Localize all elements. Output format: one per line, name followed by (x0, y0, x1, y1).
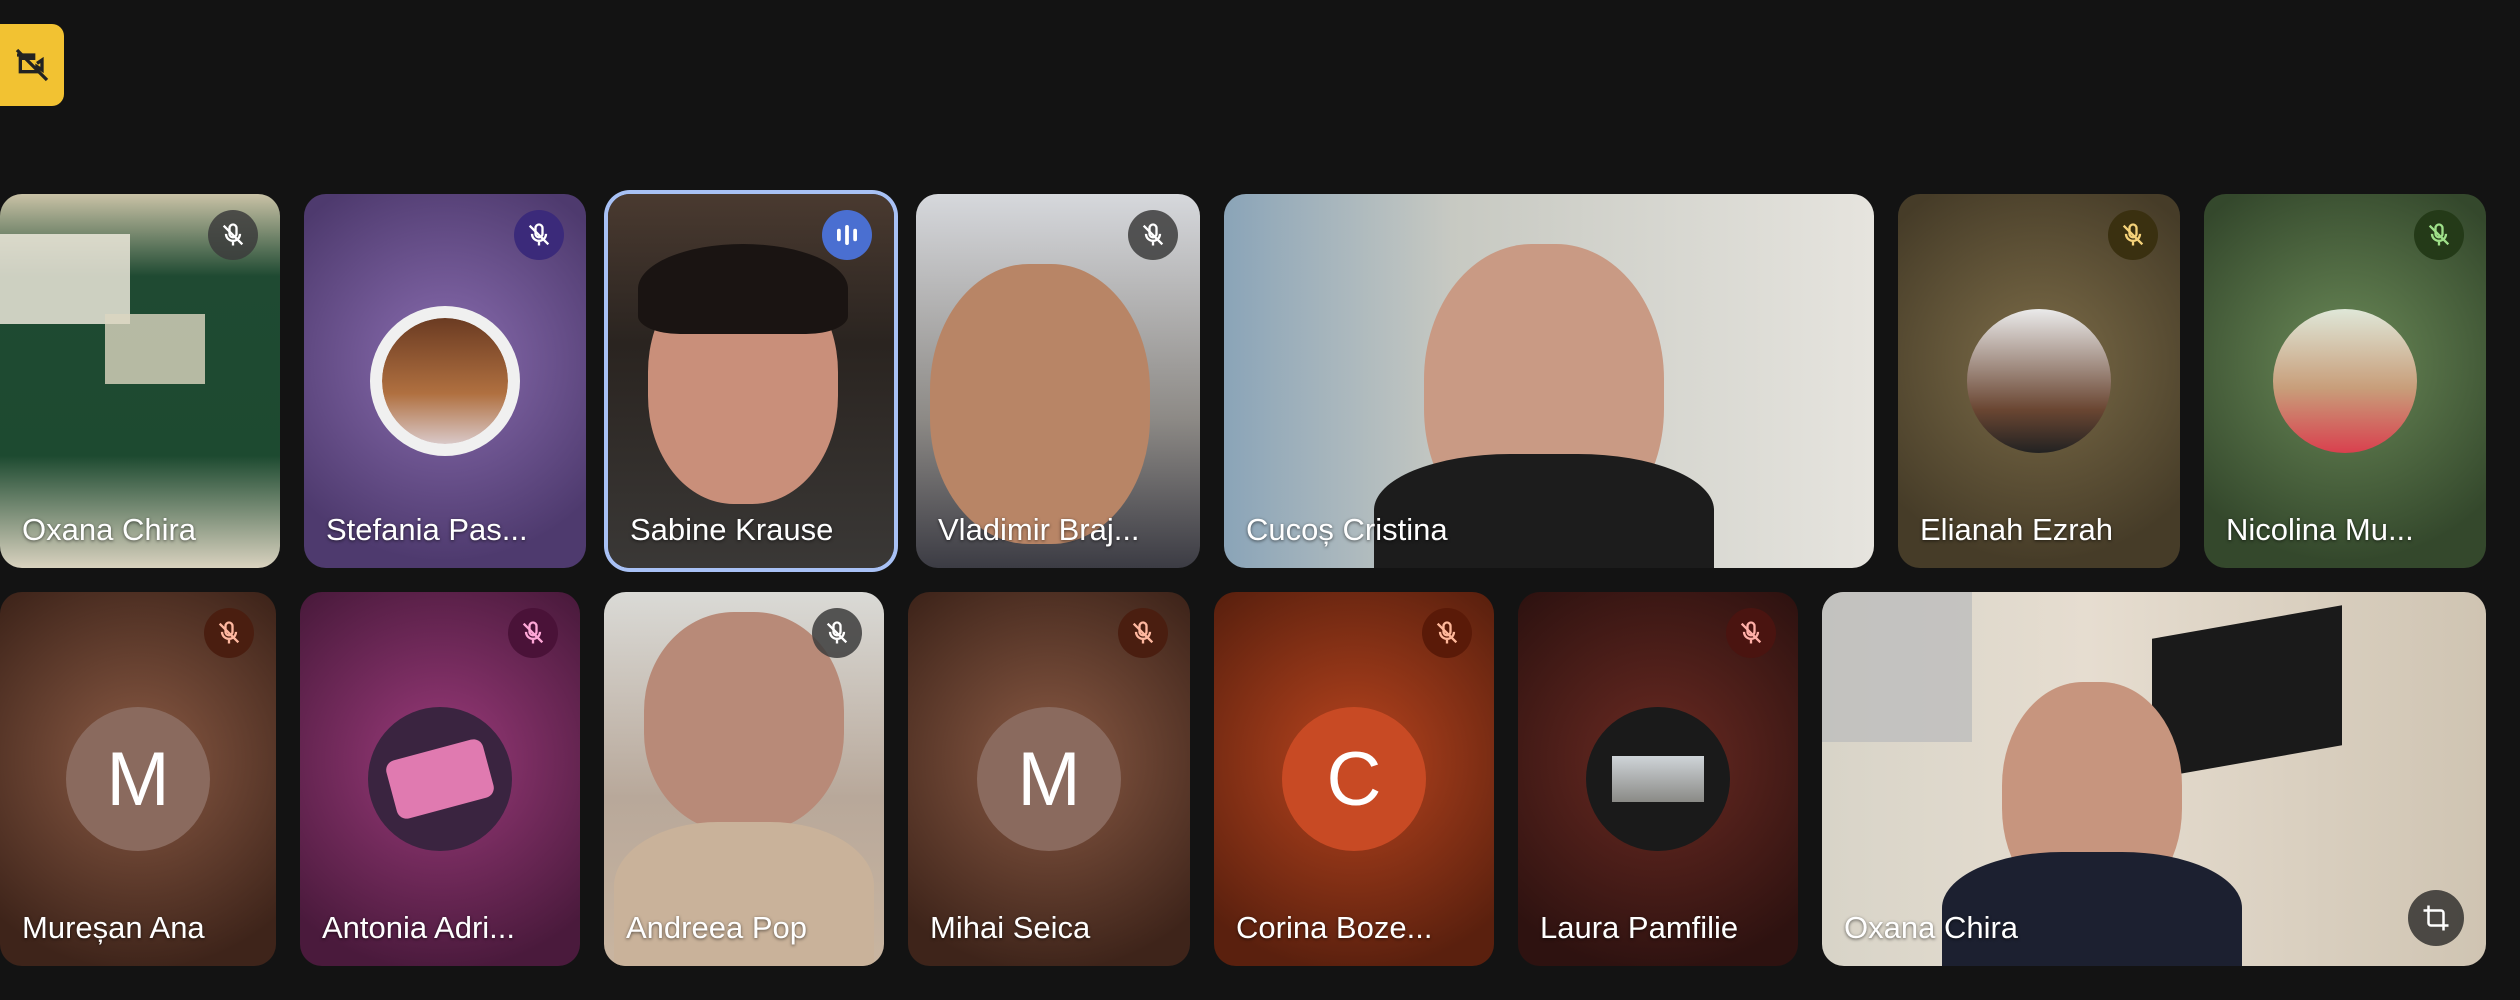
participant-name: Mureșan Ana (22, 910, 205, 945)
participant-name: Vladimir Braj... (938, 512, 1140, 547)
mic-off-icon (2414, 210, 2464, 260)
participant-name: Laura Pamfilie (1540, 910, 1739, 945)
hide-self-view-button[interactable] (0, 24, 64, 106)
participant-name: Oxana Chira (1844, 910, 2019, 945)
mic-off-icon (812, 608, 862, 658)
hide-self-view-icon (12, 45, 52, 85)
participant-tile[interactable]: Nicolina Mu... (2204, 194, 2486, 568)
mic-off-icon (204, 608, 254, 658)
participant-tile[interactable]: Elianah Ezrah (1898, 194, 2180, 568)
participant-tile[interactable]: M Mureșan Ana (0, 592, 276, 966)
mic-off-icon (1726, 608, 1776, 658)
participant-tile[interactable]: Stefania Pas... (304, 194, 586, 568)
avatar (368, 707, 512, 851)
crop-icon (2421, 903, 2451, 933)
participant-name: Cucoș Cristina (1246, 512, 1448, 547)
video-feed-detail (1374, 454, 1714, 568)
audio-level-icon (822, 210, 872, 260)
participant-tile[interactable]: C Corina Boze... (1214, 592, 1494, 966)
mic-off-icon (1118, 608, 1168, 658)
participant-name: Sabine Krause (630, 512, 834, 547)
avatar (2273, 309, 2417, 453)
video-feed (930, 264, 1150, 544)
participant-tile[interactable]: M Mihai Seica (908, 592, 1190, 966)
participant-name: Andreea Pop (626, 910, 807, 945)
participant-tile-self[interactable]: Oxana Chira (1822, 592, 2486, 966)
mic-off-icon (1422, 608, 1472, 658)
participant-tile[interactable]: Vladimir Braj... (916, 194, 1200, 568)
mic-off-icon (208, 210, 258, 260)
video-feed (644, 612, 844, 832)
participant-tile[interactable]: Andreea Pop (604, 592, 884, 966)
avatar: M (977, 707, 1121, 851)
participant-name: Mihai Seica (930, 910, 1091, 945)
avatar-image (1612, 756, 1704, 802)
participant-tile[interactable]: Cucoș Cristina (1224, 194, 1874, 568)
mic-off-icon (2108, 210, 2158, 260)
participant-name: Oxana Chira (22, 512, 197, 547)
crop-button[interactable] (2408, 890, 2464, 946)
video-feed-detail (105, 314, 205, 384)
wall-poster (1822, 592, 1972, 742)
avatar (370, 306, 520, 456)
participant-name: Elianah Ezrah (1920, 512, 2114, 547)
participant-tile[interactable]: Oxana Chira (0, 194, 280, 568)
glasses-icon (383, 737, 497, 821)
participant-name: Nicolina Mu... (2226, 512, 2414, 547)
video-feed (0, 234, 130, 324)
participant-tile[interactable]: Antonia Adri... (300, 592, 580, 966)
video-feed-detail (638, 244, 848, 334)
tv-screen (2152, 605, 2342, 779)
participant-tile[interactable]: Laura Pamfilie (1518, 592, 1798, 966)
mic-off-icon (514, 210, 564, 260)
avatar (1586, 707, 1730, 851)
participant-name: Stefania Pas... (326, 512, 528, 547)
video-feed-detail (1942, 852, 2242, 966)
participant-name: Antonia Adri... (322, 910, 516, 945)
avatar: M (66, 707, 210, 851)
mic-off-icon (508, 608, 558, 658)
avatar: C (1282, 707, 1426, 851)
mic-off-icon (1128, 210, 1178, 260)
participant-tile-active-speaker[interactable]: Sabine Krause (608, 194, 894, 568)
participant-name: Corina Boze... (1236, 910, 1433, 945)
avatar (1967, 309, 2111, 453)
